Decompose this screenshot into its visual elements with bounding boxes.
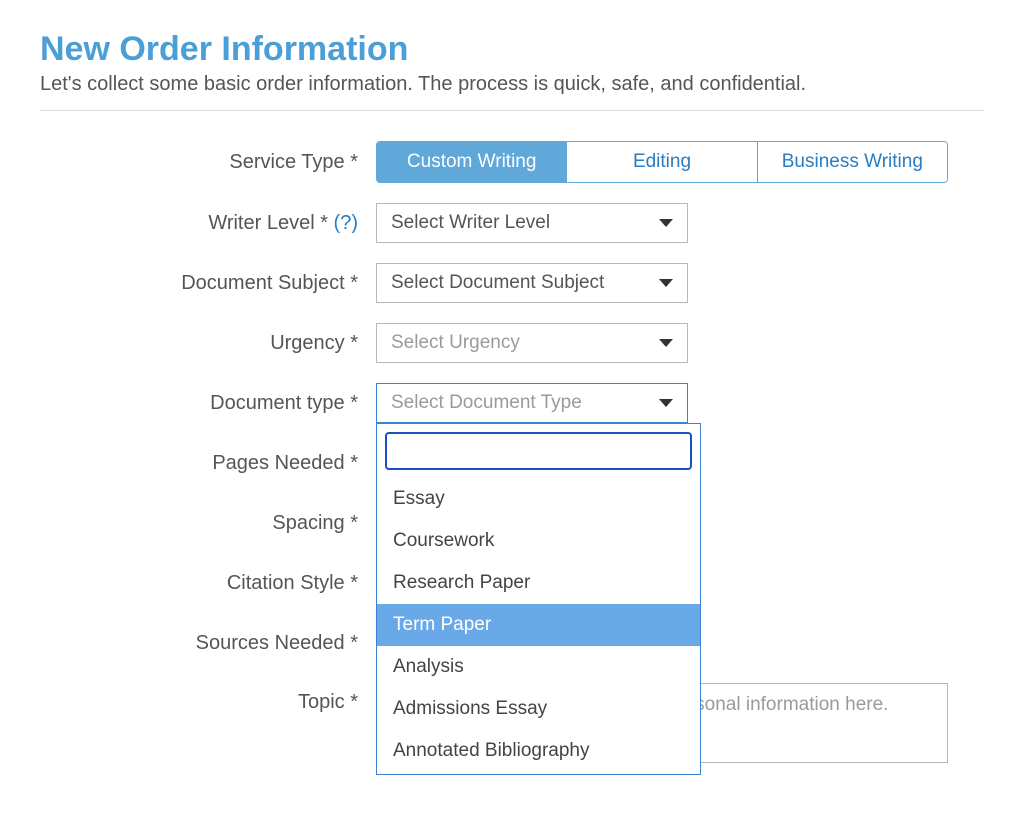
chevron-down-icon (659, 399, 673, 407)
writer-level-label: Writer Level * (?) (40, 212, 376, 235)
dropdown-item-research-paper[interactable]: Research Paper (377, 562, 700, 604)
writer-level-help[interactable]: (?) (334, 212, 358, 234)
urgency-select[interactable]: Select Urgency (376, 323, 688, 363)
document-type-select[interactable]: Select Document Type (376, 383, 688, 423)
service-type-segmented: Custom Writing Editing Business Writing (376, 141, 948, 183)
topic-label: Topic * (40, 683, 376, 714)
divider (40, 110, 984, 111)
service-type-custom-writing[interactable]: Custom Writing (377, 142, 567, 182)
document-type-dropdown: Essay Coursework Research Paper Term Pap… (376, 423, 701, 775)
dropdown-item-essay[interactable]: Essay (377, 478, 700, 520)
dropdown-item-coursework[interactable]: Coursework (377, 520, 700, 562)
document-subject-select[interactable]: Select Document Subject (376, 263, 688, 303)
dropdown-item-term-paper[interactable]: Term Paper (377, 604, 700, 646)
dropdown-item-admissions-essay[interactable]: Admissions Essay (377, 688, 700, 730)
document-type-label: Document type * (40, 392, 376, 415)
spacing-label: Spacing * (40, 512, 376, 535)
service-type-business-writing[interactable]: Business Writing (758, 142, 947, 182)
writer-level-value: Select Writer Level (391, 212, 550, 234)
chevron-down-icon (659, 219, 673, 227)
sources-needed-label: Sources Needed * (40, 632, 376, 655)
chevron-down-icon (659, 339, 673, 347)
pages-needed-label: Pages Needed * (40, 452, 376, 475)
dropdown-item-analysis[interactable]: Analysis (377, 646, 700, 688)
page-subtitle: Let's collect some basic order informati… (40, 73, 984, 96)
service-type-label: Service Type * (40, 151, 376, 174)
document-type-search-input[interactable] (385, 432, 692, 470)
citation-style-label: Citation Style * (40, 572, 376, 595)
urgency-label: Urgency * (40, 332, 376, 355)
page-title: New Order Information (40, 30, 984, 69)
document-subject-label: Document Subject * (40, 272, 376, 295)
service-type-editing[interactable]: Editing (567, 142, 757, 182)
document-subject-value: Select Document Subject (391, 272, 604, 294)
document-type-options: Essay Coursework Research Paper Term Pap… (385, 478, 692, 772)
writer-level-select[interactable]: Select Writer Level (376, 203, 688, 243)
urgency-value: Select Urgency (391, 332, 520, 354)
chevron-down-icon (659, 279, 673, 287)
document-type-value: Select Document Type (391, 392, 582, 414)
